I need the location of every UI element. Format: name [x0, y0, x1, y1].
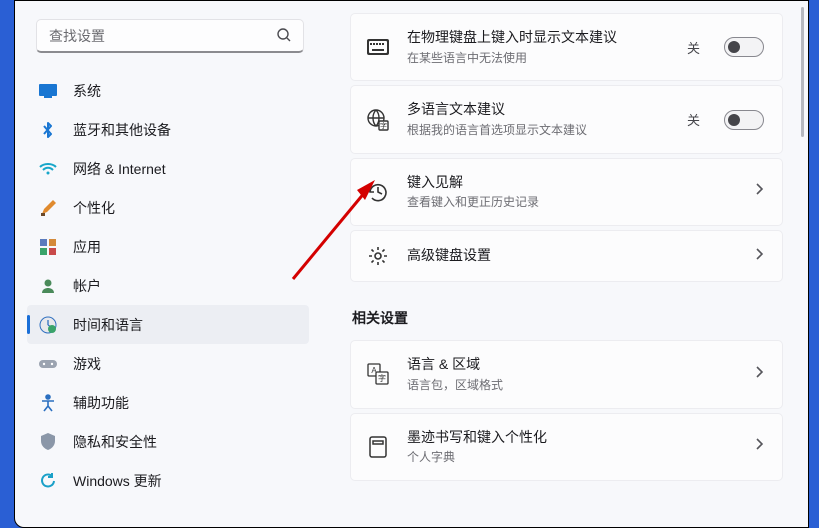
main-content: 在物理键盘上键入时显示文本建议 在某些语言中无法使用 关 字 多语言文本建议 根… [335, 1, 808, 527]
globe-clock-icon [39, 316, 57, 334]
brush-icon [39, 199, 57, 217]
card-body: 语言 & 区域 语言包，区域格式 [407, 355, 736, 393]
card-typing-insights[interactable]: 键入见解 查看键入和更正历史记录 [350, 158, 783, 226]
sidebar-item-personalization[interactable]: 个性化 [27, 188, 309, 227]
dictionary-icon [367, 436, 389, 458]
card-body: 高级键盘设置 [407, 246, 736, 266]
card-subtitle: 语言包，区域格式 [407, 377, 736, 394]
card-title: 高级键盘设置 [407, 246, 736, 266]
scrollbar-thumb[interactable] [801, 7, 804, 137]
nav-label: 蓝牙和其他设备 [73, 120, 171, 140]
toggle-switch[interactable] [724, 110, 764, 130]
sidebar-item-accessibility[interactable]: 辅助功能 [27, 383, 309, 422]
svg-text:字: 字 [380, 121, 387, 130]
card-body: 在物理键盘上键入时显示文本建议 在某些语言中无法使用 [407, 28, 669, 66]
card-title: 语言 & 区域 [407, 355, 736, 375]
history-icon [367, 181, 389, 203]
search-icon [276, 27, 292, 48]
card-title: 键入见解 [407, 173, 736, 193]
card-title: 多语言文本建议 [407, 100, 669, 120]
nav-label: 隐私和安全性 [73, 432, 157, 452]
gamepad-icon [39, 355, 57, 373]
card-multilingual-suggestions[interactable]: 字 多语言文本建议 根据我的语言首选项显示文本建议 关 [350, 85, 783, 153]
settings-window: 系统 蓝牙和其他设备 网络 & Internet 个性化 应用 帐户 [14, 0, 809, 528]
nav-label: 应用 [73, 237, 101, 257]
chevron-right-icon [754, 247, 764, 266]
sidebar-item-privacy[interactable]: 隐私和安全性 [27, 422, 309, 461]
nav-label: 个性化 [73, 198, 115, 218]
sidebar-item-windows-update[interactable]: Windows 更新 [27, 461, 309, 500]
sidebar-item-bluetooth[interactable]: 蓝牙和其他设备 [27, 110, 309, 149]
nav-label: 网络 & Internet [73, 159, 166, 179]
chevron-right-icon [754, 182, 764, 201]
toggle-state-label: 关 [687, 110, 700, 129]
card-title: 在物理键盘上键入时显示文本建议 [407, 28, 669, 48]
toggle-switch[interactable] [724, 37, 764, 57]
card-body: 键入见解 查看键入和更正历史记录 [407, 173, 736, 211]
toggle-state-label: 关 [687, 38, 700, 57]
card-advanced-keyboard-settings[interactable]: 高级键盘设置 [350, 230, 783, 282]
nav-label: 时间和语言 [73, 315, 143, 335]
nav-label: 帐户 [73, 276, 101, 296]
card-language-region[interactable]: A字 语言 & 区域 语言包，区域格式 [350, 340, 783, 408]
wifi-icon [39, 160, 57, 178]
sidebar-item-time-language[interactable]: 时间和语言 [27, 305, 309, 344]
card-subtitle: 查看键入和更正历史记录 [407, 194, 736, 211]
card-title: 墨迹书写和键入个性化 [407, 428, 736, 448]
gear-icon [367, 245, 389, 267]
accessibility-icon [39, 394, 57, 412]
svg-text:字: 字 [378, 373, 386, 383]
card-physical-keyboard-suggestions[interactable]: 在物理键盘上键入时显示文本建议 在某些语言中无法使用 关 [350, 13, 783, 81]
update-icon [39, 472, 57, 490]
shield-icon [39, 433, 57, 451]
sidebar-item-apps[interactable]: 应用 [27, 227, 309, 266]
nav-label: 系统 [73, 81, 101, 101]
sidebar-item-accounts[interactable]: 帐户 [27, 266, 309, 305]
card-subtitle: 个人字典 [407, 449, 736, 466]
card-body: 多语言文本建议 根据我的语言首选项显示文本建议 [407, 100, 669, 138]
chevron-right-icon [754, 365, 764, 384]
sidebar: 系统 蓝牙和其他设备 网络 & Internet 个性化 应用 帐户 [15, 1, 323, 527]
card-inking-typing-personalization[interactable]: 墨迹书写和键入个性化 个人字典 [350, 413, 783, 481]
person-icon [39, 277, 57, 295]
nav-label: 辅助功能 [73, 393, 129, 413]
search-input[interactable] [36, 19, 304, 53]
search-wrap [36, 19, 304, 53]
apps-icon [39, 238, 57, 256]
sidebar-item-network[interactable]: 网络 & Internet [27, 149, 309, 188]
language-icon: A字 [367, 363, 389, 385]
card-subtitle: 在某些语言中无法使用 [407, 50, 669, 67]
bluetooth-icon [39, 121, 57, 139]
chevron-right-icon [754, 437, 764, 456]
card-subtitle: 根据我的语言首选项显示文本建议 [407, 122, 669, 139]
sidebar-item-system[interactable]: 系统 [27, 71, 309, 110]
keyboard-icon [367, 36, 389, 58]
related-settings-header: 相关设置 [352, 308, 783, 328]
display-icon [39, 82, 57, 100]
sidebar-item-gaming[interactable]: 游戏 [27, 344, 309, 383]
globe-language-icon: 字 [367, 109, 389, 131]
card-body: 墨迹书写和键入个性化 个人字典 [407, 428, 736, 466]
nav-list: 系统 蓝牙和其他设备 网络 & Internet 个性化 应用 帐户 [19, 71, 317, 500]
nav-label: Windows 更新 [73, 471, 162, 491]
nav-label: 游戏 [73, 354, 101, 374]
